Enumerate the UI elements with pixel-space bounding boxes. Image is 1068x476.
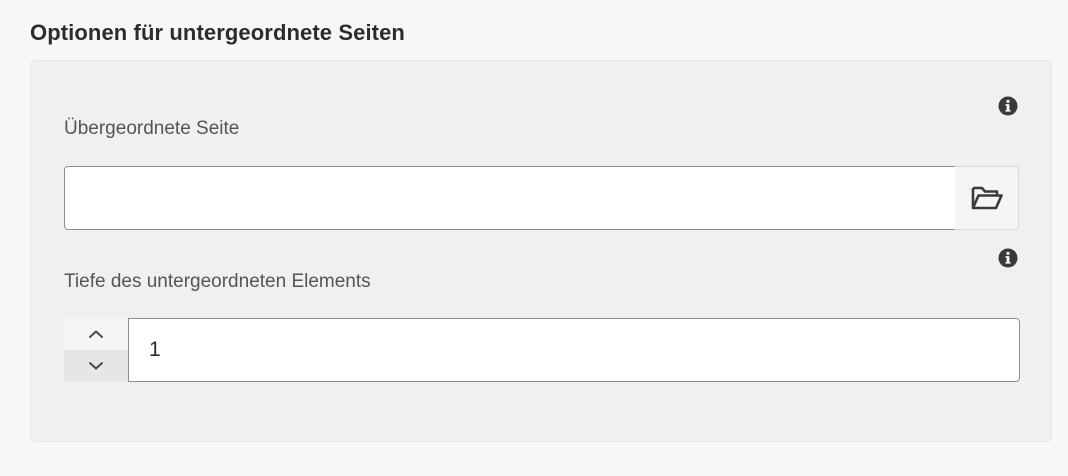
browse-button[interactable] (955, 166, 1019, 230)
parent-page-path-input[interactable] (64, 166, 956, 230)
decrement-button[interactable] (64, 350, 128, 382)
depth-stepper (64, 318, 128, 382)
child-depth-input[interactable] (128, 318, 1020, 382)
info-icon[interactable] (998, 248, 1018, 268)
folder-open-icon (970, 185, 1004, 211)
info-icon[interactable] (998, 96, 1018, 116)
chevron-down-icon (88, 361, 104, 371)
section-title: Optionen für untergeordnete Seiten (30, 20, 405, 45)
child-depth-label: Tiefe des untergeordneten Elements (64, 271, 371, 292)
increment-button[interactable] (64, 318, 128, 350)
parent-page-label: Übergeordnete Seite (64, 118, 240, 139)
chevron-up-icon (88, 329, 104, 339)
